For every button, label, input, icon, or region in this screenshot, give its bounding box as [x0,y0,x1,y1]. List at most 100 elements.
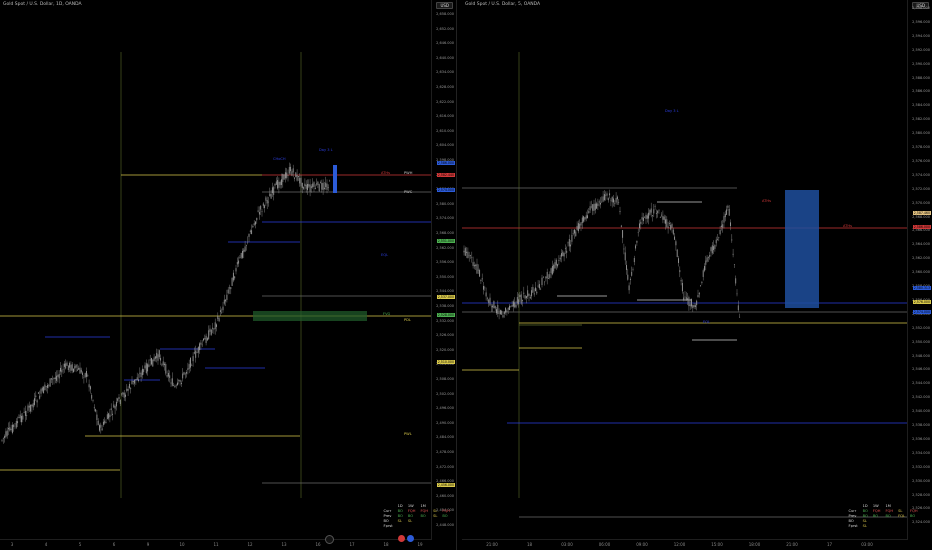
candle-body [723,216,725,223]
left-time-tick: 5 [78,542,82,547]
candle-body [130,388,132,390]
left-time-axis[interactable]: 3 4 5 6 9 10 11 12 13 16 17 18 19 [0,539,432,550]
candle-body [125,394,126,397]
candle-body [496,309,497,314]
candle-body [14,423,16,425]
candle-body [200,342,202,345]
candle-body [204,338,206,340]
candle-body [271,187,273,194]
candle-body [119,399,121,404]
candle-body [10,428,12,431]
left-price-tick: 2,478.000 [436,450,454,454]
candle-body [661,214,663,216]
candle-body [1,439,3,441]
candle-body [727,205,729,208]
right-price-tick: 2,560.000 [912,270,930,275]
right-price-tick: 2,528.000 [912,492,930,497]
right-price-tick: 2,542.000 [912,395,930,400]
right-price-tick: 2,536.000 [912,436,930,441]
candle-body [19,414,21,419]
candle-body [520,294,522,304]
candle-body [8,428,9,430]
right-price-tick: 2,550.000 [912,339,930,344]
right-chart-label: EQL [703,320,711,324]
candle-body [45,386,47,387]
candle-body [273,187,275,195]
candle-body [499,310,501,315]
candle-body [138,379,139,382]
candle-body [35,395,37,397]
candle-body [76,369,78,371]
candle-body [587,215,588,219]
left-currency-button[interactable]: USD [436,2,453,9]
candle-body [24,410,26,416]
candle-body [199,343,201,351]
candle-body [144,365,146,369]
candle-body [86,370,87,377]
candle-body [301,182,303,189]
candle-body [537,285,539,287]
candle-body [15,421,17,428]
candle-body [115,401,117,407]
right-price-tick: 2,544.000 [912,381,930,386]
candle-body [490,306,492,308]
left-price-scale[interactable]: USD 2,658.000 2,652.000 2,646.000 2,640.000… [431,0,456,540]
left-panel-row: Fprst [381,523,452,528]
candle-body [121,393,123,395]
left-price-tick: 2,550.000 [436,274,454,279]
candle-body [568,238,570,247]
right-price-tick: 2,552.000 [912,325,930,330]
candle-body [295,172,297,178]
candle-body [506,310,508,312]
candle-body [197,346,199,353]
candle-body [164,363,165,366]
right-time-tick: 06:00 [598,542,611,547]
candle-body [281,179,282,185]
candle-body [666,219,668,227]
right-price-scale[interactable]: USD 2,598.000 2,596.000 2,594.000 2,592.000… [907,0,932,540]
left-price-tick: 2,490.000 [436,420,454,425]
candle-body [65,363,67,369]
candle-body [479,270,481,277]
candle-body [222,306,224,311]
left-price-tick: 2,580.000 [436,201,454,206]
left-chart-pane[interactable]: Gold Spot / U.S. Dollar, 1D, OANDA USD 2… [0,0,457,550]
left-time-tick: 9 [146,542,150,547]
right-panel-cell [870,523,883,528]
right-price-tick: 2,574.000 [912,172,930,177]
candle-body [284,172,286,179]
left-price-tick: 2,658.000 [436,12,454,16]
right-price-tick: 2,586.000 [912,89,930,94]
candle-body [322,182,324,191]
candle-body [714,244,716,249]
candle-body [143,369,145,373]
left-panel-cell [395,523,405,528]
candle-body [62,368,64,370]
left-price-tick: 2,646.000 [436,41,454,46]
left-goto-icon[interactable] [325,535,334,544]
right-time-axis[interactable]: 21:00 18 03:00 06:00 09:00 12:00 15:00 18:00 21:… [462,539,908,550]
candle-body [709,254,711,257]
candle-body [69,362,71,368]
candle-body [633,258,635,263]
candle-body [268,201,269,203]
candle-body [648,212,650,219]
candle-body [257,210,259,212]
left-chart-canvas[interactable] [0,0,432,540]
candle-body [310,186,312,188]
candle-body [567,242,569,244]
candle-body [652,215,653,216]
candle-body [501,310,503,315]
candle-body [710,247,712,252]
left-time-tick: 16 [315,542,321,547]
left-chart-label: PDL [404,318,411,322]
candle-body [171,378,173,386]
right-chart-canvas[interactable] [462,0,908,540]
candle-body [326,183,328,190]
candle-body [704,266,705,271]
left-chart-label: PWL [404,432,412,436]
candle-body [545,276,547,279]
candle-body [736,293,738,295]
candle-body [700,285,702,286]
right-chart-pane[interactable]: Gold Spot / U.S. Dollar, 5, OANDA USD 2,… [462,0,932,550]
